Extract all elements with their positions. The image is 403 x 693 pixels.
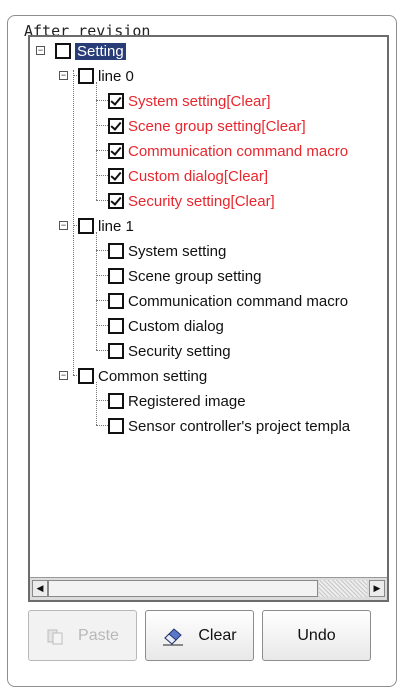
tree-node-line-0[interactable]: line 0 [78, 65, 134, 87]
tree-node-sensor-controller-project-template[interactable]: Sensor controller's project templa [108, 415, 350, 437]
node-label: Scene group setting [128, 267, 262, 285]
undo-button[interactable]: Undo [262, 610, 371, 661]
checkbox[interactable] [55, 43, 71, 59]
checkbox[interactable] [78, 368, 94, 384]
clear-button[interactable]: Clear [145, 610, 254, 661]
tree-node-scene-group-setting[interactable]: Scene group setting [108, 265, 261, 287]
node-label: Setting [75, 42, 126, 60]
node-label: line 0 [98, 67, 134, 85]
settings-tree[interactable]: − − − − Setting line 0 System setting[Cl… [30, 37, 387, 577]
settings-tree-panel[interactable]: − − − − Setting line 0 System setting[Cl… [28, 35, 389, 602]
collapse-icon[interactable]: − [59, 221, 68, 230]
paste-label: Paste [78, 626, 119, 644]
paste-icon [46, 627, 64, 645]
checkbox-checked[interactable] [108, 168, 124, 184]
tree-node-common-setting[interactable]: Common setting [78, 365, 207, 387]
node-label: Communication command macro [128, 292, 349, 310]
tree-line [73, 236, 74, 375]
tree-line [96, 382, 97, 425]
collapse-icon[interactable]: − [59, 371, 68, 380]
checkbox[interactable] [108, 343, 124, 359]
tree-node-communication-command-macro[interactable]: Communication command macro [108, 140, 348, 162]
tree-node-setting[interactable]: Setting [55, 40, 126, 62]
tree-node-security-setting[interactable]: Security setting[Clear] [108, 190, 275, 212]
node-label: Sensor controller's project templa [128, 417, 351, 435]
tree-node-line-1[interactable]: line 1 [78, 215, 134, 237]
checkbox-checked[interactable] [108, 193, 124, 209]
node-label: Custom dialog [128, 317, 224, 335]
collapse-icon[interactable]: − [59, 71, 68, 80]
eraser-icon [162, 626, 184, 646]
checkbox[interactable] [108, 293, 124, 309]
scroll-right-icon[interactable]: ▶ [369, 580, 385, 597]
node-label: Scene group setting[Clear] [128, 117, 306, 135]
checkbox[interactable] [78, 68, 94, 84]
node-label: Common setting [98, 367, 208, 385]
horizontal-scrollbar[interactable]: ◀ ▶ [30, 577, 387, 600]
checkbox-checked[interactable] [108, 118, 124, 134]
tree-node-communication-command-macro[interactable]: Communication command macro [108, 290, 348, 312]
node-label: Security setting [128, 342, 231, 360]
tree-node-registered-image[interactable]: Registered image [108, 390, 246, 412]
checkbox[interactable] [108, 318, 124, 334]
tree-node-security-setting[interactable]: Security setting [108, 340, 231, 362]
undo-label: Undo [297, 626, 336, 644]
tree-line [73, 70, 74, 236]
node-label: Security setting[Clear] [128, 192, 275, 210]
checkbox[interactable] [108, 418, 124, 434]
tree-node-system-setting[interactable]: System setting[Clear] [108, 90, 271, 112]
tree-node-custom-dialog[interactable]: Custom dialog [108, 315, 224, 337]
checkbox[interactable] [108, 268, 124, 284]
node-label: Communication command macro [128, 142, 349, 160]
checkbox-checked[interactable] [108, 93, 124, 109]
node-label: Custom dialog[Clear] [128, 167, 269, 185]
node-label: System setting [128, 242, 227, 260]
node-label: line 1 [98, 217, 134, 235]
tree-node-system-setting[interactable]: System setting [108, 240, 226, 262]
node-label: Registered image [128, 392, 246, 410]
scroll-left-icon[interactable]: ◀ [32, 580, 48, 597]
checkbox[interactable] [78, 218, 94, 234]
clear-label: Clear [198, 626, 237, 644]
tree-node-custom-dialog[interactable]: Custom dialog[Clear] [108, 165, 268, 187]
paste-button[interactable]: Paste [28, 610, 137, 661]
collapse-icon[interactable]: − [36, 46, 45, 55]
checkbox-checked[interactable] [108, 143, 124, 159]
node-label: System setting[Clear] [128, 92, 271, 110]
scroll-track[interactable] [319, 580, 367, 597]
checkbox[interactable] [108, 393, 124, 409]
scroll-thumb[interactable] [48, 580, 318, 597]
tree-node-scene-group-setting[interactable]: Scene group setting[Clear] [108, 115, 306, 137]
checkbox[interactable] [108, 243, 124, 259]
